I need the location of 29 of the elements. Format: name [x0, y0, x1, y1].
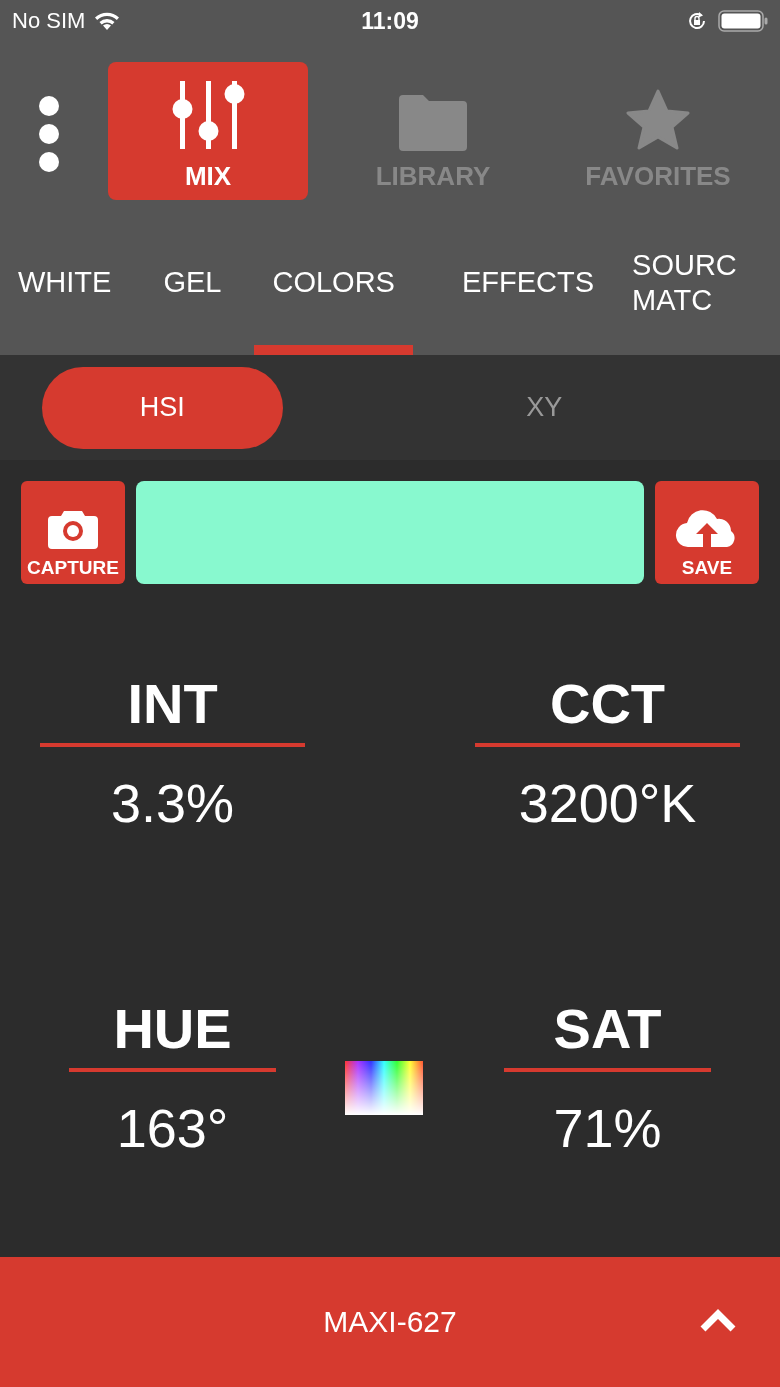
parameter-value[interactable]: 163° [116, 1094, 229, 1162]
parameter-label: CCT [549, 671, 666, 737]
camera-icon [47, 509, 99, 549]
save-button[interactable]: SAVE [655, 481, 759, 584]
parameter-label: INT [127, 671, 218, 737]
star-icon [626, 89, 690, 151]
rotation-lock-icon [686, 10, 708, 32]
more-menu-icon[interactable] [38, 95, 60, 173]
parameter-value[interactable]: 3200°K [518, 769, 697, 837]
parameter-value[interactable]: 3.3% [110, 769, 235, 837]
parameter-label: HUE [113, 996, 232, 1062]
category-tab[interactable]: GEL [163, 230, 222, 355]
parameter-value[interactable]: 71% [553, 1094, 662, 1162]
battery-icon [718, 10, 768, 32]
mode-toggle[interactable]: XY [308, 366, 780, 449]
clock-time: 11:09 [361, 7, 419, 35]
category-tab[interactable]: SOURC MATC [632, 230, 743, 355]
category-tab[interactable]: EFFECTS [461, 230, 595, 355]
wifi-icon [93, 11, 122, 31]
carrier-name: No SIM [12, 8, 86, 34]
capture-button[interactable]: CAPTURE [21, 481, 125, 584]
nav-tab[interactable]: MIX [108, 62, 308, 200]
color-spectrum-button[interactable] [345, 1061, 423, 1115]
parameter-label: SAT [553, 996, 662, 1062]
chevron-up-icon[interactable] [699, 1309, 737, 1333]
category-tab[interactable]: WHITE [18, 230, 112, 355]
mode-toggle[interactable]: HSI [42, 366, 283, 449]
folder-icon [399, 95, 467, 151]
device-name[interactable]: MAXI-627 [323, 1305, 457, 1339]
